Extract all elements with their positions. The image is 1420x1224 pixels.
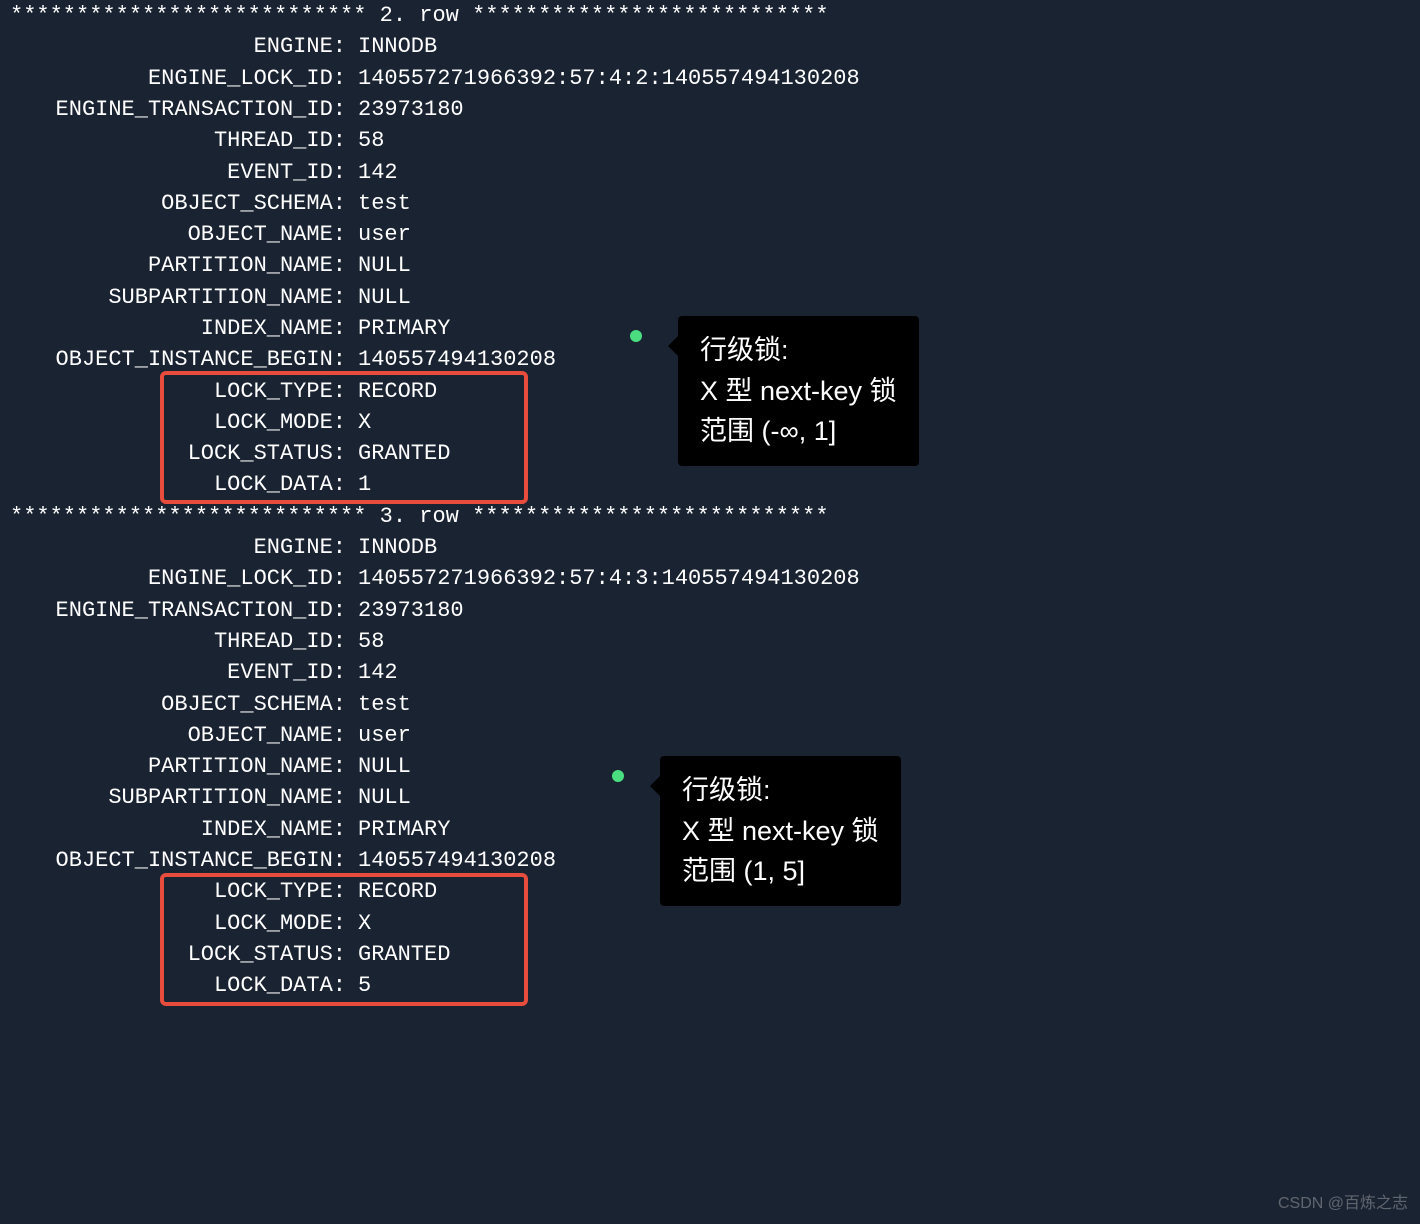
field-value: test: [346, 689, 411, 720]
terminal-row: ENGINE_TRANSACTION_ID:23973180: [0, 595, 860, 626]
field-value: 140557271966392:57:4:2:140557494130208: [346, 63, 860, 94]
row-separator: *************************** 3. row *****…: [0, 501, 829, 532]
terminal-row: PARTITION_NAME:NULL: [0, 250, 860, 281]
tooltip-line: 范围 (-∞, 1]: [700, 411, 897, 452]
annotation-tooltip-2: 行级锁: X 型 next-key 锁 范围 (1, 5]: [660, 756, 901, 906]
field-label: INDEX_NAME:: [0, 313, 346, 344]
field-label: LOCK_STATUS:: [0, 438, 346, 469]
field-value: RECORD: [346, 376, 437, 407]
terminal-row: *************************** 3. row *****…: [0, 501, 860, 532]
field-label: ENGINE_LOCK_ID:: [0, 63, 346, 94]
field-value: NULL: [346, 782, 411, 813]
annotation-tooltip-1: 行级锁: X 型 next-key 锁 范围 (-∞, 1]: [678, 316, 919, 466]
field-label: LOCK_DATA:: [0, 469, 346, 500]
field-label: ENGINE_TRANSACTION_ID:: [0, 94, 346, 125]
field-value: 5: [346, 970, 371, 1001]
terminal-row: EVENT_ID:142: [0, 657, 860, 688]
field-value: user: [346, 720, 411, 751]
tooltip-line: 范围 (1, 5]: [682, 851, 879, 892]
field-label: LOCK_MODE:: [0, 407, 346, 438]
field-value: 23973180: [346, 595, 464, 626]
terminal-row: OBJECT_SCHEMA:test: [0, 689, 860, 720]
tooltip-line: 行级锁:: [700, 330, 897, 371]
field-label: LOCK_TYPE:: [0, 876, 346, 907]
field-value: X: [346, 908, 371, 939]
row-separator: *************************** 2. row *****…: [0, 0, 829, 31]
field-value: PRIMARY: [346, 814, 450, 845]
field-value: user: [346, 219, 411, 250]
terminal-row: LOCK_DATA:5: [0, 970, 860, 1001]
terminal-row: LOCK_STATUS:GRANTED: [0, 939, 860, 970]
terminal-row: LOCK_MODE:X: [0, 908, 860, 939]
field-value: NULL: [346, 282, 411, 313]
field-label: SUBPARTITION_NAME:: [0, 282, 346, 313]
field-value: 1: [346, 469, 371, 500]
field-label: PARTITION_NAME:: [0, 250, 346, 281]
field-label: ENGINE_LOCK_ID:: [0, 563, 346, 594]
field-value: test: [346, 188, 411, 219]
field-value: NULL: [346, 250, 411, 281]
terminal-row: ENGINE_LOCK_ID:140557271966392:57:4:3:14…: [0, 563, 860, 594]
field-label: ENGINE:: [0, 532, 346, 563]
field-value: 23973180: [346, 94, 464, 125]
field-label: OBJECT_SCHEMA:: [0, 188, 346, 219]
terminal-row: OBJECT_NAME:user: [0, 219, 860, 250]
terminal-row: OBJECT_SCHEMA:test: [0, 188, 860, 219]
terminal-row: THREAD_ID:58: [0, 125, 860, 156]
field-label: THREAD_ID:: [0, 626, 346, 657]
field-value: GRANTED: [346, 438, 450, 469]
field-value: INNODB: [346, 31, 437, 62]
field-value: NULL: [346, 751, 411, 782]
terminal-row: *************************** 2. row *****…: [0, 0, 860, 31]
field-value: 140557494130208: [346, 344, 556, 375]
field-label: ENGINE:: [0, 31, 346, 62]
field-label: ENGINE_TRANSACTION_ID:: [0, 595, 346, 626]
field-label: SUBPARTITION_NAME:: [0, 782, 346, 813]
tooltip-line: 行级锁:: [682, 770, 879, 811]
terminal-row: LOCK_DATA:1: [0, 469, 860, 500]
terminal-row: SUBPARTITION_NAME:NULL: [0, 282, 860, 313]
field-value: RECORD: [346, 876, 437, 907]
field-label: LOCK_MODE:: [0, 908, 346, 939]
field-label: LOCK_DATA:: [0, 970, 346, 1001]
field-value: GRANTED: [346, 939, 450, 970]
tooltip-line: X 型 next-key 锁: [682, 811, 879, 852]
watermark-text: CSDN @百炼之志: [1278, 1193, 1408, 1216]
field-label: OBJECT_SCHEMA:: [0, 689, 346, 720]
field-label: THREAD_ID:: [0, 125, 346, 156]
bullet-dot-icon: [612, 770, 624, 782]
field-value: PRIMARY: [346, 313, 450, 344]
bullet-dot-icon: [630, 330, 642, 342]
field-label: EVENT_ID:: [0, 657, 346, 688]
terminal-row: ENGINE_TRANSACTION_ID:23973180: [0, 94, 860, 125]
field-value: 140557271966392:57:4:3:140557494130208: [346, 563, 860, 594]
terminal-row: THREAD_ID:58: [0, 626, 860, 657]
terminal-row: OBJECT_NAME:user: [0, 720, 860, 751]
field-value: 58: [346, 125, 384, 156]
field-label: LOCK_TYPE:: [0, 376, 346, 407]
field-value: 142: [346, 657, 398, 688]
field-label: LOCK_STATUS:: [0, 939, 346, 970]
field-value: 142: [346, 157, 398, 188]
field-label: OBJECT_NAME:: [0, 219, 346, 250]
field-label: EVENT_ID:: [0, 157, 346, 188]
field-value: 58: [346, 626, 384, 657]
tooltip-line: X 型 next-key 锁: [700, 371, 897, 412]
field-label: INDEX_NAME:: [0, 814, 346, 845]
terminal-row: ENGINE:INNODB: [0, 532, 860, 563]
terminal-row: EVENT_ID:142: [0, 156, 860, 187]
terminal-row: ENGINE:INNODB: [0, 31, 860, 62]
field-value: 140557494130208: [346, 845, 556, 876]
field-label: OBJECT_NAME:: [0, 720, 346, 751]
field-value: X: [346, 407, 371, 438]
field-label: OBJECT_INSTANCE_BEGIN:: [0, 344, 346, 375]
field-label: PARTITION_NAME:: [0, 751, 346, 782]
field-value: INNODB: [346, 532, 437, 563]
terminal-row: ENGINE_LOCK_ID:140557271966392:57:4:2:14…: [0, 63, 860, 94]
field-label: OBJECT_INSTANCE_BEGIN:: [0, 845, 346, 876]
